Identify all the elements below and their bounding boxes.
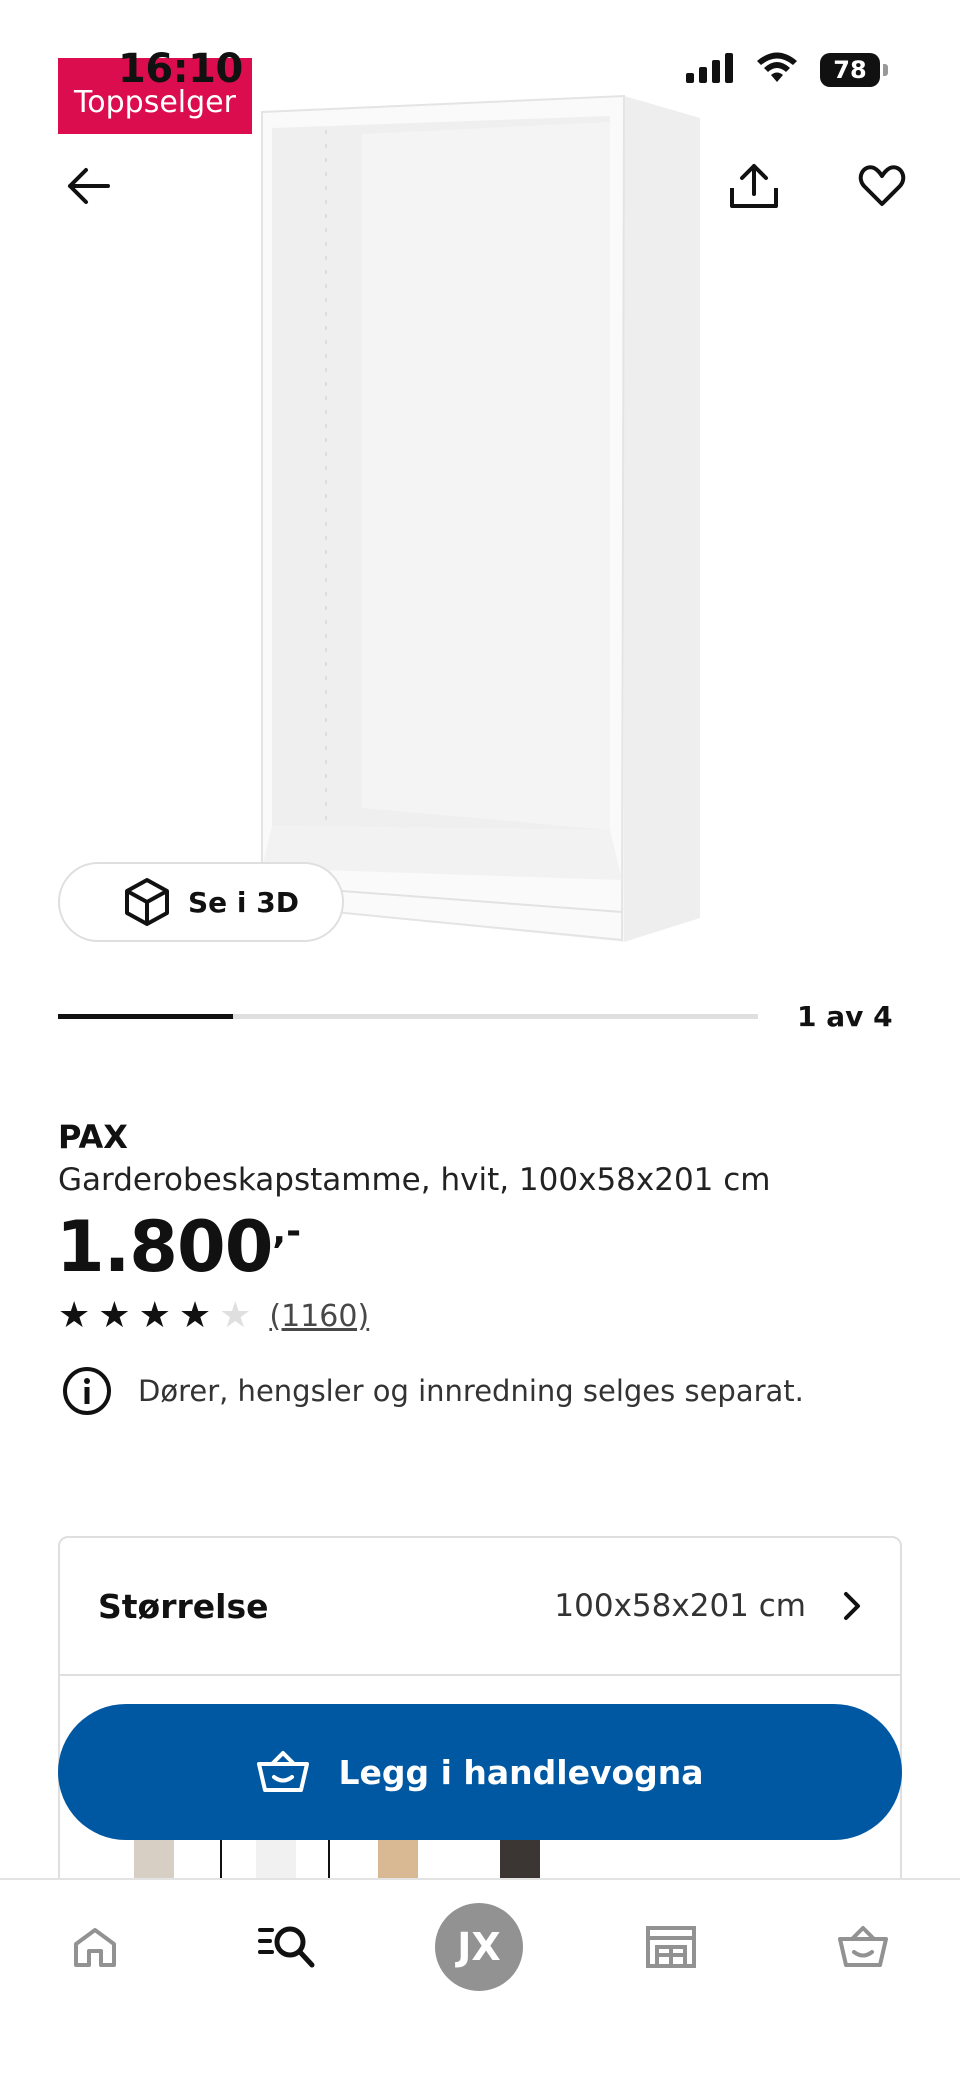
info-icon — [63, 1367, 111, 1415]
share-button[interactable] — [718, 150, 790, 222]
product-description: Garderobeskapstamme, hvit, 100x58x201 cm — [58, 1162, 771, 1198]
progress-fill — [58, 1014, 233, 1019]
star-icon: ★ — [178, 1295, 212, 1336]
view-3d-button[interactable]: Se i 3D — [58, 862, 344, 942]
home-icon — [74, 1928, 116, 1967]
shopping-basket-icon — [838, 1926, 888, 1967]
favourite-button[interactable] — [846, 150, 918, 222]
size-value: 100x58x201 cm — [554, 1588, 806, 1624]
add-to-cart-label: Legg i handlevogna — [338, 1752, 704, 1792]
battery-indicator: 78 — [820, 53, 888, 87]
price-suffix: ,- — [272, 1211, 302, 1252]
notice-text: Dører, hengsler og innredning selges sep… — [138, 1374, 804, 1408]
shopping-basket-icon — [257, 1751, 310, 1792]
status-icons: 78 — [686, 52, 888, 88]
search-icon — [258, 1926, 315, 1968]
star-icon: ★ — [58, 1295, 91, 1336]
chevron-right-icon — [844, 1592, 860, 1620]
star-icon: ★ — [98, 1295, 131, 1336]
nav-stores[interactable] — [626, 1902, 716, 1992]
bottom-navigation: JX — [0, 1878, 960, 2081]
star-icon: ★ — [138, 1295, 171, 1336]
nav-search[interactable] — [242, 1902, 332, 1992]
back-button[interactable] — [52, 150, 124, 222]
product-name: PAX — [58, 1118, 128, 1156]
product-image[interactable] — [0, 0, 960, 960]
add-to-cart-button[interactable]: Legg i handlevogna — [58, 1704, 902, 1840]
nav-cart[interactable] — [818, 1902, 908, 1992]
nav-home[interactable] — [50, 1902, 140, 1992]
nav-profile[interactable]: JX — [434, 1902, 524, 1992]
share-icon — [730, 164, 778, 208]
size-selector[interactable]: Størrelse 100x58x201 cm — [60, 1538, 900, 1676]
product-price: 1.800,- — [56, 1206, 301, 1288]
avatar: JX — [435, 1903, 523, 1991]
image-carousel-progress — [58, 1014, 758, 1019]
image-counter: 1 av 4 — [797, 1000, 893, 1033]
view-3d-label: Se i 3D — [188, 885, 299, 919]
wardrobe-frame-image — [261, 94, 700, 942]
review-count-link[interactable]: (1160) — [269, 1299, 369, 1334]
heart-icon — [858, 165, 906, 206]
signal-icon — [686, 53, 734, 87]
arrow-left-icon — [68, 168, 110, 204]
status-time: 16:10 — [118, 46, 243, 92]
size-label: Størrelse — [98, 1586, 269, 1626]
store-icon — [646, 1926, 696, 1968]
price-value: 1.800 — [56, 1206, 273, 1288]
wifi-icon — [756, 52, 798, 88]
rating[interactable]: ★ ★ ★ ★ ★ (1160) — [58, 1298, 369, 1334]
cube-icon — [125, 878, 169, 926]
info-notice: Dører, hengsler og innredning selges sep… — [62, 1366, 804, 1416]
star-icon: ★ — [219, 1295, 252, 1336]
